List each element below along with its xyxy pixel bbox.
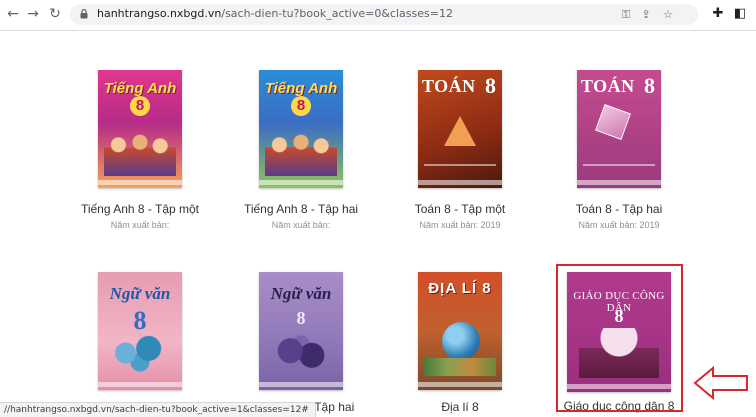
cover-footer	[577, 180, 661, 185]
cover-footer	[259, 382, 343, 387]
cover-title: Tiếng Anh	[103, 80, 177, 97]
book-year: Năm xuất bản: 2019	[419, 220, 501, 230]
cover-footer	[418, 180, 502, 185]
cover-number: 8	[130, 96, 150, 116]
cover-number: 8	[644, 73, 655, 98]
cover-decoration	[583, 164, 655, 166]
book-cover[interactable]: Ngữ văn 8	[259, 272, 343, 390]
cover-number: 8	[485, 73, 496, 98]
book-title[interactable]: Tiếng Anh 8 - Tập một	[60, 202, 220, 216]
cover-illustration	[265, 124, 337, 176]
cover-footer	[98, 382, 182, 387]
cover-title: ĐỊA LÍ 8	[428, 280, 492, 297]
cover-title: Ngữ văn	[109, 284, 171, 303]
book-card[interactable]: TOÁN 8 Toán 8 - Tập hai Năm xuất bản: 20…	[539, 70, 699, 230]
highlight-box	[556, 264, 683, 412]
cover-illustration	[444, 116, 476, 146]
lock-icon[interactable]	[80, 9, 88, 19]
address-bar[interactable]: hanhtrangso.nxbgd.vn/sach-dien-tu?book_a…	[70, 4, 698, 25]
arrow-left-icon	[693, 366, 748, 400]
cover-illustration	[424, 358, 496, 376]
cover-number: 8	[296, 308, 306, 328]
cover-footer	[418, 382, 502, 387]
book-year: Năm xuất bản: 2019	[578, 220, 660, 230]
link-status-bar: //hanhtrangso.nxbgd.vn/sach-dien-tu?book…	[0, 402, 316, 417]
bookmark-star-icon[interactable]: ☆	[660, 7, 676, 23]
book-year: Năm xuất bản:	[271, 220, 331, 230]
forward-icon[interactable]: →	[24, 5, 42, 23]
book-card[interactable]: Tiếng Anh 8 Tiếng Anh 8 - Tập một Năm xu…	[60, 70, 220, 230]
cover-illustration	[265, 330, 337, 376]
url-path: /sach-dien-tu?book_active=0&classes=12	[221, 7, 453, 20]
book-title[interactable]: Địa lí 8	[380, 400, 540, 414]
url-host: hanhtrangso.nxbgd.vn	[97, 7, 222, 20]
cover-title: TOÁN	[422, 76, 476, 96]
book-card[interactable]: Ngữ văn 8 Ngữ văn 8 - Tập hai	[221, 272, 381, 414]
book-title[interactable]: Toán 8 - Tập hai	[539, 202, 699, 216]
back-icon[interactable]: ←	[4, 5, 22, 23]
share-icon[interactable]: ⇪	[638, 7, 654, 23]
cover-decoration	[424, 164, 496, 166]
book-cover[interactable]: TOÁN 8	[577, 70, 661, 188]
cover-footer	[98, 180, 182, 185]
cover-illustration	[104, 330, 176, 376]
extensions-icon[interactable]: ✚	[710, 6, 726, 22]
book-card[interactable]: ĐỊA LÍ 8 Địa lí 8	[380, 272, 540, 414]
sidebar-icon[interactable]: ◧	[732, 6, 748, 22]
cover-illustration	[595, 104, 631, 140]
cover-title: TOÁN	[581, 76, 635, 96]
book-year: Năm xuất bản:	[110, 220, 170, 230]
cover-number: 8	[291, 96, 311, 116]
cover-title: Tiếng Anh	[264, 80, 338, 97]
book-card[interactable]: Tiếng Anh 8 Tiếng Anh 8 - Tập hai Năm xu…	[221, 70, 381, 230]
cover-title: Ngữ văn	[270, 284, 332, 303]
book-card[interactable]: TOÁN 8 Toán 8 - Tập một Năm xuất bản: 20…	[380, 70, 540, 230]
book-title[interactable]: Tiếng Anh 8 - Tập hai	[221, 202, 381, 216]
book-cover[interactable]: Tiếng Anh 8	[98, 70, 182, 188]
book-cover[interactable]: Ngữ văn 8	[98, 272, 182, 390]
book-cover[interactable]: ĐỊA LÍ 8	[418, 272, 502, 390]
book-card[interactable]: Ngữ văn 8	[60, 272, 220, 390]
globe-icon	[442, 322, 480, 360]
book-cover[interactable]: Tiếng Anh 8	[259, 70, 343, 188]
url-text[interactable]: hanhtrangso.nxbgd.vn/sach-dien-tu?book_a…	[97, 7, 453, 20]
book-cover[interactable]: TOÁN 8	[418, 70, 502, 188]
browser-toolbar: ← → ↻ hanhtrangso.nxbgd.vn/sach-dien-tu?…	[0, 0, 756, 31]
cover-footer	[259, 180, 343, 185]
reload-icon[interactable]: ↻	[46, 5, 64, 23]
key-icon[interactable]: ⚿	[618, 7, 634, 23]
book-title[interactable]: Toán 8 - Tập một	[380, 202, 540, 216]
cover-illustration	[104, 124, 176, 176]
